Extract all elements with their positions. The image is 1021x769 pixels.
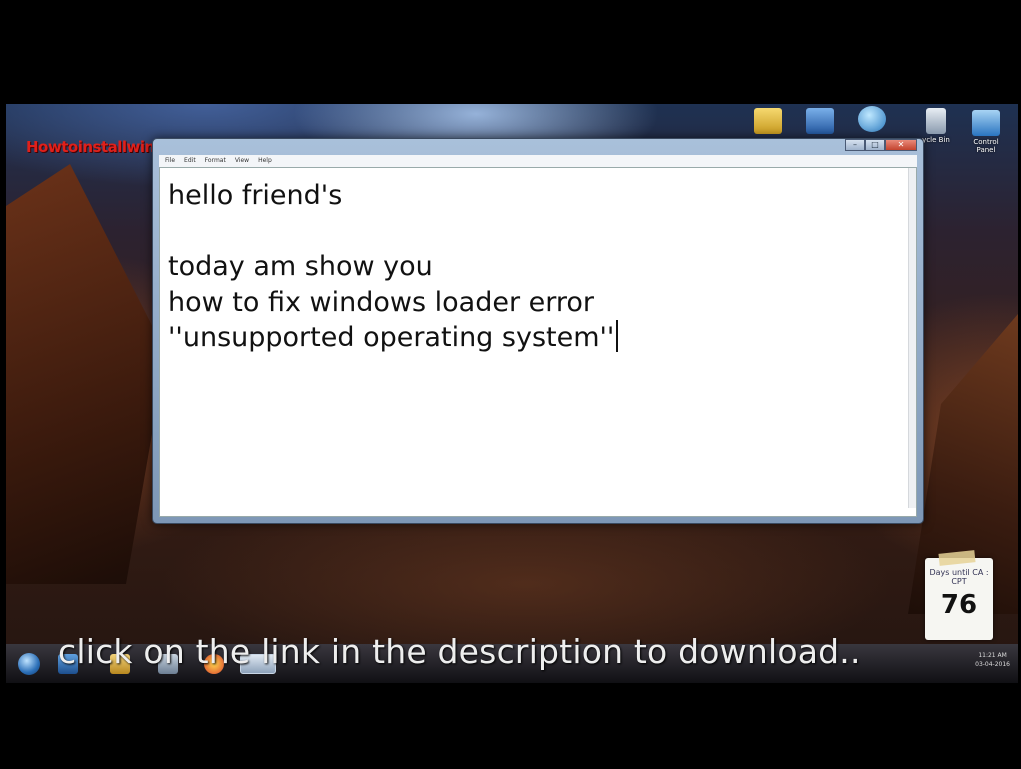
menu-view[interactable]: View (235, 155, 249, 167)
desktop-icon-control-panel[interactable]: Control Panel (966, 110, 1006, 154)
desktop-icon-internet[interactable] (852, 106, 892, 134)
desktop-icon-network[interactable] (800, 108, 840, 136)
menu-bar: File Edit Format View Help (159, 155, 917, 167)
start-button[interactable] (18, 653, 40, 675)
gadget-count: 76 (940, 590, 978, 620)
menu-edit[interactable]: Edit (184, 155, 196, 167)
menu-format[interactable]: Format (205, 155, 226, 167)
system-clock[interactable]: 11:21 AM 03-04-2016 (975, 651, 1010, 669)
window-titlebar[interactable]: – □ ✕ (153, 139, 923, 155)
network-icon (806, 108, 834, 134)
gadget-tape (938, 550, 976, 566)
video-letterbox-bottom (0, 683, 1021, 769)
maximize-button[interactable]: □ (865, 139, 885, 151)
window-controls: – □ ✕ (845, 139, 917, 151)
countdown-gadget[interactable]: Days until CA : CPT 76 (925, 550, 993, 640)
editor-line: how to fix windows loader error (168, 286, 595, 318)
gadget-label: Days until CA : CPT (929, 568, 989, 586)
close-button[interactable]: ✕ (885, 139, 917, 151)
text-caret (616, 320, 619, 352)
editor-line: hello friend's (168, 180, 343, 211)
control-panel-icon (972, 110, 1000, 136)
wallpaper-mountain-left (6, 164, 166, 584)
internet-icon (858, 106, 886, 132)
recycle-bin-icon (926, 108, 946, 134)
minimize-button[interactable]: – (845, 139, 865, 151)
editor-line-text: ''unsupported operating system'' (168, 322, 615, 353)
text-editor-area[interactable]: hello friend's today am show you how to fi… (159, 167, 917, 517)
editor-line: ''unsupported operating system'' (168, 320, 896, 356)
vertical-scrollbar[interactable] (908, 168, 916, 508)
editor-text: hello friend's today am show you how to fi… (168, 178, 896, 356)
folder-icon (754, 108, 782, 134)
menu-help[interactable]: Help (258, 155, 272, 167)
clock-date: 03-04-2016 (975, 661, 1010, 668)
editor-line: today am show you (168, 251, 433, 282)
menu-file[interactable]: File (165, 155, 175, 167)
video-caption: click on the link in the description to … (58, 632, 861, 671)
desktop-icon-folder[interactable] (748, 108, 788, 136)
desktop-icon-label: Control Panel (973, 138, 999, 154)
notepad-window[interactable]: – □ ✕ File Edit Format View Help hello f… (152, 138, 924, 524)
clock-time: 11:21 AM (978, 652, 1007, 659)
video-letterbox-top (0, 0, 1021, 104)
